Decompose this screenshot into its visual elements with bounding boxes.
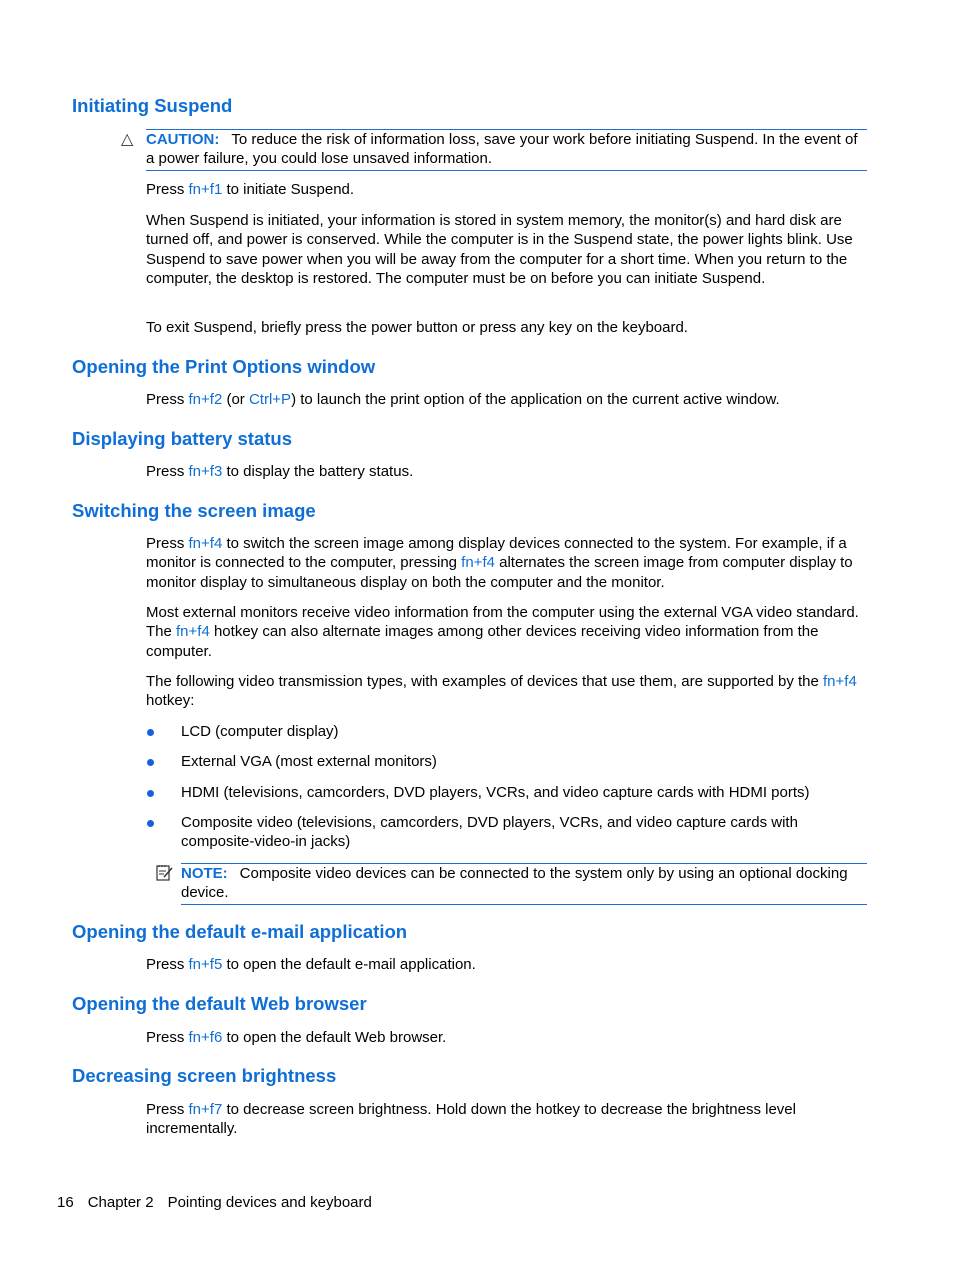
list-item-text: External VGA (most external monitors) (181, 753, 437, 770)
paragraph: To exit Suspend, briefly press the power… (146, 319, 688, 336)
text: Press (146, 391, 189, 408)
hotkey-fn-f4: fn+f4 (176, 623, 210, 641)
paragraph: Press fn+f7 to decrease screen brightnes… (146, 1100, 870, 1139)
text: The following video transmission types, … (146, 673, 824, 690)
document-page: Initiating Suspend △ CAUTION: To reduce t… (0, 0, 954, 1270)
heading-default-email: Opening the default e-mail application (72, 921, 408, 942)
hotkey-fn-f5: fn+f5 (188, 956, 223, 973)
bullet-icon (147, 790, 154, 797)
caution-box: CAUTION: To reduce the risk of informatio… (146, 129, 867, 171)
list-item-text: LCD (computer display) (181, 723, 339, 740)
text: to decrease screen brightness. Hold down… (146, 1101, 796, 1138)
paragraph: Press fn+f6 to open the default Web brow… (146, 1028, 870, 1047)
text: ) to launch the print option of the appl… (291, 391, 780, 408)
text: to open the default e-mail application. (222, 956, 476, 973)
paragraph: Press fn+f3 to display the battery statu… (146, 462, 870, 481)
note-text: Composite video devices can be connected… (181, 865, 848, 902)
warning-triangle-icon: △ (121, 131, 134, 148)
hotkey-fn-f4: fn+f4 (461, 554, 495, 572)
page-number: 16 (57, 1194, 74, 1211)
paragraph: Press fn+f1 to initiate Suspend. (146, 180, 870, 199)
note-label: NOTE: (181, 865, 228, 882)
note-pad-icon (156, 864, 174, 886)
hotkey-fn-f6: fn+f6 (188, 1029, 223, 1046)
paragraph: The following video transmission types, … (146, 672, 870, 711)
text: hotkey can also alternate images among o… (146, 623, 819, 660)
paragraph: Most external monitors receive video inf… (146, 603, 870, 661)
heading-battery-status: Displaying battery status (72, 428, 293, 449)
page-footer: 16 Chapter 2 Pointing devices and keyboard (57, 1193, 386, 1212)
paragraph: Press fn+f5 to open the default e-mail a… (146, 955, 870, 974)
hotkey-fn-f1: fn+f1 (188, 181, 223, 198)
chapter-number: Chapter 2 (87, 1194, 154, 1211)
text: Press (146, 535, 189, 552)
heading-default-web-browser: Opening the default Web browser (72, 993, 367, 1014)
text: Press (146, 1029, 189, 1046)
hotkey-ctrl-p: Ctrl+P (248, 391, 292, 408)
text: to open the default Web browser. (222, 1029, 447, 1046)
paragraph: Press fn+f2 (or Ctrl+P) to launch the pr… (146, 390, 870, 409)
text: Press (146, 956, 189, 973)
hotkey-fn-f4: fn+f4 (188, 535, 223, 552)
bullet-icon (147, 759, 154, 766)
hotkey-fn-f4: fn+f4 (823, 673, 857, 690)
heading-decreasing-brightness: Decreasing screen brightness (72, 1065, 337, 1086)
text: Press (146, 463, 189, 480)
hotkey-fn-f3: fn+f3 (188, 463, 223, 480)
text: to initiate Suspend. (222, 181, 355, 198)
text: Press (146, 1101, 189, 1118)
hotkey-fn-f7: fn+f7 (188, 1101, 223, 1118)
paragraph: Press fn+f4 to switch the screen image a… (146, 534, 870, 592)
heading-initiating-suspend: Initiating Suspend (72, 95, 233, 116)
bullet-icon (147, 729, 154, 736)
chapter-title: Pointing devices and keyboard (167, 1194, 372, 1211)
text: to display the battery status. (222, 463, 414, 480)
list-item-text: HDMI (televisions, camcorders, DVD playe… (181, 784, 810, 801)
text: Press (146, 181, 189, 198)
paragraph: When Suspend is initiated, your informat… (146, 212, 853, 287)
text: (or (222, 391, 249, 408)
hotkey-fn-f2: fn+f2 (188, 391, 223, 408)
note-box: NOTE: Composite video devices can be conn… (181, 863, 867, 905)
heading-print-options: Opening the Print Options window (72, 356, 376, 377)
heading-switching-screen-image: Switching the screen image (72, 500, 316, 521)
caution-label: CAUTION: (146, 131, 220, 148)
caution-text: To reduce the risk of information loss, … (146, 131, 858, 168)
list-item-text: Composite video (televisions, camcorders… (181, 814, 798, 851)
bullet-icon (147, 820, 154, 827)
text: hotkey: (146, 692, 195, 710)
